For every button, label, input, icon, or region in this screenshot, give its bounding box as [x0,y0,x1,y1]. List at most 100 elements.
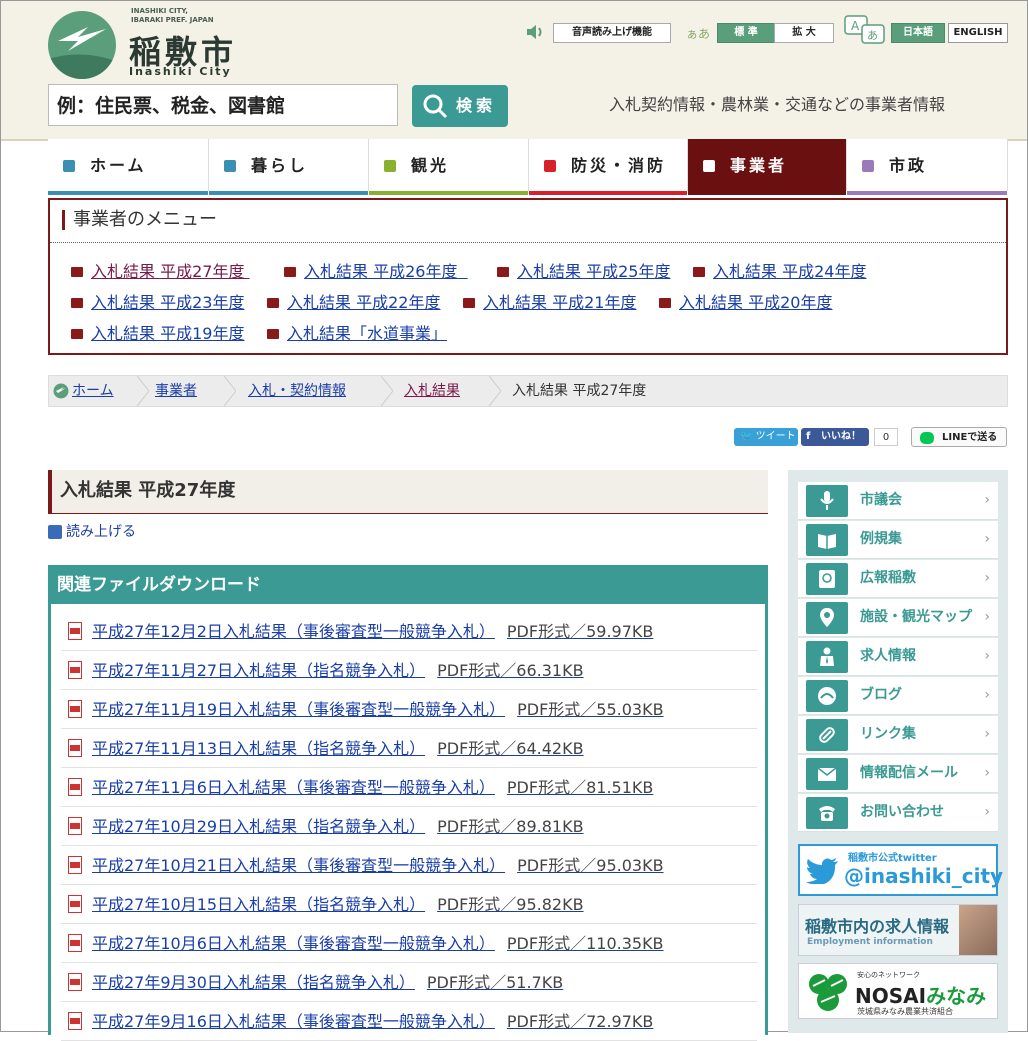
line-share-button[interactable]: LINEで送る [911,427,1007,447]
search-input[interactable]: 例：住民票、税金、図書館 [48,84,398,126]
downloads-panel: 関連ファイルダウンロード 平成27年12月2日入札結果（事後審査型一般競争入札）… [48,565,768,1041]
nav-city-admin[interactable]: 市政 [847,139,1008,195]
newsletter-icon [819,570,835,588]
sidebar-item[interactable]: お問い合わせ › [798,794,998,832]
nav-underline [688,191,846,195]
nav-marker-icon [224,160,236,172]
font-size-standard-button[interactable]: 標 準 [717,23,775,43]
menu-link[interactable]: 入札結果 平成22年度 [267,294,440,312]
pdf-icon [68,778,82,796]
read-aloud-link[interactable]: 読み上げる [48,523,136,541]
sidebar-item[interactable]: 施設・観光マップ › [798,599,998,637]
file-link[interactable]: 平成27年10月6日入札結果（事後審査型一般競争入札） PDF形式／110.35K… [92,934,664,954]
sidebar-item[interactable]: ブログ › [798,677,998,715]
job-banner-title: 稲敷市内の求人情報 [805,917,950,936]
facebook-like-button[interactable]: f いいね！ [801,428,869,446]
breadcrumb-home[interactable]: ホーム [72,382,114,400]
nav-living[interactable]: 暮らし [209,139,369,195]
nosai-title: NOSAIみなみ [855,980,986,1009]
file-link[interactable]: 平成27年10月21日入札結果（事後審査型一般競争入札） PDF形式／95.03K… [92,856,664,876]
like-count: 0 [874,428,898,446]
sidebar-item[interactable]: 例規集 › [798,521,998,559]
file-row: 平成27年11月6日入札結果（事後審査型一般競争入札） PDF形式／81.51KB [61,768,757,807]
menu-link[interactable]: 入札結果 平成19年度 [71,325,244,343]
sidebar-icon-box [806,485,848,517]
file-link[interactable]: 平成27年10月29日入札結果（指名競争入札） PDF形式／89.81KB [92,817,584,837]
nosai-subtitle: 茨城県みなみ農業共済組合 [857,1007,953,1016]
file-link[interactable]: 平成27年9月16日入札結果（事後審査型一般競争入札） PDF形式／72.97KB [92,1012,653,1032]
breadcrumb-chevron-icon [489,376,501,406]
font-size-large-button[interactable]: 拡 大 [774,23,834,43]
pdf-icon [68,622,82,640]
file-link[interactable]: 平成27年9月30日入札結果（指名競争入札） PDF形式／51.7KB [92,973,563,993]
file-link[interactable]: 平成27年11月6日入札結果（事後審査型一般競争入札） PDF形式／81.51KB [92,778,653,798]
menu-link[interactable]: 入札結果 平成27年度 [71,263,250,281]
file-name: 平成27年11月13日入札結果（指名競争入札） [92,739,426,758]
sidebar-item[interactable]: 広報稲敷 › [798,560,998,598]
read-aloud-label: 読み上げる [66,524,136,540]
file-link[interactable]: 平成27年11月13日入札結果（指名競争入札） PDF形式／64.42KB [92,739,584,759]
nav-underline [48,191,208,195]
nosai-title-a: NOSAI [855,984,927,1008]
file-link[interactable]: 平成27年11月19日入札結果（事後審査型一般競争入札） PDF形式／55.03K… [92,700,664,720]
breadcrumb-bid-results[interactable]: 入札結果 [404,382,460,400]
menu-link[interactable]: 入札結果 平成20年度 [659,294,832,312]
city-logo-icon[interactable] [48,11,116,79]
menu-link[interactable]: 入札結果「水道事業」 [267,325,447,343]
nav-underline [529,191,687,195]
menu-link[interactable]: 入札結果 平成26年度 [284,263,468,281]
file-name: 平成27年9月30日入札結果（指名競争入札） [92,973,415,992]
menu-link[interactable]: 入札結果 平成25年度 [497,263,670,281]
global-nav: ホーム 暮らし 観光 防災・消防 事業者 市政 [48,139,1008,197]
tweet-button[interactable]: 🐦 ツイート [734,428,798,446]
sidebar-item[interactable]: 市議会 › [798,482,998,520]
text-to-speech-button[interactable]: 音声読み上げ機能 [553,23,671,43]
search-button[interactable]: 検索 [412,85,508,127]
header-tagline: 入札契約情報・農林業・交通などの事業者情報 [609,95,946,114]
sidebar-item[interactable]: 情報配信メール › [798,755,998,793]
language-english-button[interactable]: ENGLISH [948,23,1008,43]
business-menu: 事業者のメニュー 入札結果 平成27年度 入札結果 平成26年度 入札結果 平成… [48,198,1008,355]
breadcrumb-chevron-icon [381,376,393,406]
nav-underline [209,191,368,195]
file-row: 平成27年9月16日入札結果（事後審査型一般競争入札） PDF形式／72.97KB [61,1002,757,1041]
twitter-banner[interactable]: 稲敷市公式twitter @inashiki_city [798,844,1003,896]
logo-english-name: Inashiki City [129,65,232,78]
pdf-icon [68,661,82,679]
file-link[interactable]: 平成27年12月2日入札結果（事後審査型一般競争入札） PDF形式／59.97KB [92,622,653,642]
home-logo-icon [53,383,69,399]
line-label: LINEで送る [942,432,998,443]
nav-marker-icon [703,160,715,172]
menu-link[interactable]: 入札結果 平成23年度 [71,294,244,312]
job-info-banner[interactable]: 稲敷市内の求人情報 Employment information [798,904,998,956]
nav-business[interactable]: 事業者 [688,139,847,195]
font-size-label: ぁあ [686,27,711,41]
file-meta: PDF形式／95.03KB [517,856,664,875]
file-name: 平成27年12月2日入札結果（事後審査型一般競争入札） [92,622,495,641]
menu-link-label: 入札結果 平成22年度 [287,293,441,312]
sidebar-icon-box [806,680,848,712]
sidebar-item[interactable]: 求人情報 › [798,638,998,676]
breadcrumb-bidding[interactable]: 入札・契約情報 [248,382,346,400]
nav-disaster[interactable]: 防災・消防 [529,139,688,195]
pdf-icon [68,895,82,913]
nav-label: 暮らし [251,156,309,175]
sidebar-item-label: 求人情報 [860,648,916,664]
nosai-banner[interactable]: 安心のネットワーク NOSAIみなみ 茨城県みなみ農業共済組合 [798,963,998,1019]
file-name: 平成27年11月6日入札結果（事後審査型一般競争入札） [92,778,495,797]
file-name: 平成27年11月27日入札結果（指名競争入札） [92,661,426,680]
sidebar-item-label: リンク集 [860,726,916,742]
sidebar-item[interactable]: リンク集 › [798,716,998,754]
search-icon [423,94,448,119]
chevron-right-icon: › [984,609,990,625]
file-link[interactable]: 平成27年11月27日入札結果（指名競争入札） PDF形式／66.31KB [92,661,584,681]
language-japanese-button[interactable]: 日本語 [891,23,945,43]
menu-link-label: 入札結果 平成21年度 [483,293,637,312]
file-link[interactable]: 平成27年10月15日入札結果（指名競争入札） PDF形式／95.82KB [92,895,584,915]
menu-link[interactable]: 入札結果 平成24年度 [693,263,866,281]
sidebar-icon-box [806,719,848,751]
breadcrumb-business[interactable]: 事業者 [155,382,197,400]
nav-tourism[interactable]: 観光 [369,139,529,195]
nav-home[interactable]: ホーム [48,139,209,195]
menu-link[interactable]: 入札結果 平成21年度 [463,294,636,312]
